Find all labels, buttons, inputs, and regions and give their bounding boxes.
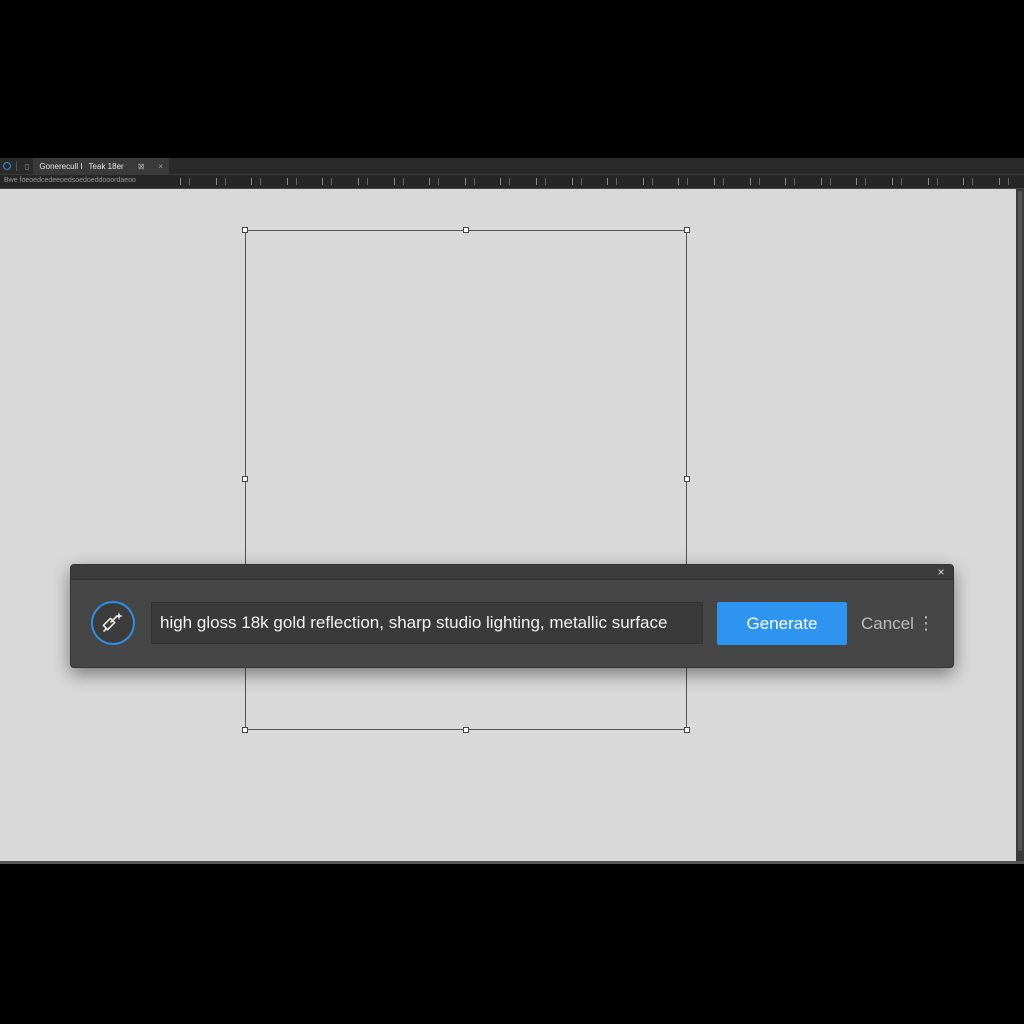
tab-label: Gonerecull I bbox=[39, 161, 83, 171]
ruler-tick bbox=[251, 178, 262, 185]
handle-middle-left[interactable] bbox=[242, 476, 248, 482]
horizontal-ruler: Bwe foeoedcedeeoedsoedoeddooordaeoo bbox=[0, 175, 1024, 189]
ruler-tick bbox=[393, 178, 404, 185]
tab-close-icon[interactable]: × bbox=[158, 162, 163, 171]
ruler-tick bbox=[322, 178, 333, 185]
ruler-tick bbox=[180, 178, 190, 185]
cancel-button[interactable]: Cancel bbox=[855, 602, 914, 645]
ruler-tick bbox=[963, 178, 974, 185]
ruler-tick bbox=[785, 178, 796, 185]
ruler-tick bbox=[286, 178, 297, 185]
dialog-close-icon[interactable]: × bbox=[935, 565, 947, 579]
ruler-tick bbox=[714, 178, 724, 185]
handle-top-right[interactable] bbox=[684, 227, 690, 233]
ruler-tick bbox=[358, 178, 368, 185]
magic-wand-glyph bbox=[102, 612, 123, 632]
app-window: ▯ Gonerecull I Teak 18er ⊠ × Bwe foeoedc… bbox=[0, 158, 1024, 864]
ruler-tick bbox=[607, 178, 618, 185]
ruler-tick bbox=[464, 178, 475, 185]
document-tab-bar: ▯ Gonerecull I Teak 18er ⊠ × bbox=[0, 158, 1024, 175]
ruler-tick bbox=[820, 178, 831, 185]
scrollbar-thumb[interactable] bbox=[1018, 191, 1022, 851]
ruler-tick bbox=[215, 178, 226, 185]
generate-button[interactable]: Generate bbox=[717, 602, 847, 645]
ruler-tick bbox=[678, 178, 689, 185]
tab-divider bbox=[16, 161, 17, 171]
ruler-tick bbox=[749, 178, 760, 185]
ruler-tick bbox=[998, 178, 1009, 185]
ruler-tick bbox=[536, 178, 546, 185]
ruler-tick bbox=[892, 178, 902, 185]
dialog-title-bar[interactable]: × bbox=[71, 565, 953, 580]
prompt-input[interactable] bbox=[151, 602, 703, 644]
vertical-scrollbar[interactable] bbox=[1016, 189, 1024, 861]
canvas-area[interactable] bbox=[0, 189, 1016, 861]
handle-bottom-center[interactable] bbox=[463, 727, 469, 733]
ruler-path-text: Bwe foeoedcedeeoedsoedoeddooordaeoo bbox=[4, 177, 136, 184]
ruler-tick bbox=[642, 178, 653, 185]
handle-top-left[interactable] bbox=[242, 227, 248, 233]
ruler-tick bbox=[429, 178, 440, 185]
ruler-tick bbox=[571, 178, 582, 185]
tab-label-2: Teak 18er bbox=[88, 161, 124, 171]
app-logo-icon bbox=[2, 161, 12, 171]
generative-fill-dialog: × Generate Cancel ⋮ bbox=[70, 564, 954, 668]
handle-top-center[interactable] bbox=[463, 227, 469, 233]
tab-document[interactable]: Gonerecull I Teak 18er ⊠ × bbox=[33, 158, 170, 174]
more-options-icon[interactable]: ⋮ bbox=[917, 607, 935, 639]
ruler-tick bbox=[927, 178, 938, 185]
ruler-ticks bbox=[180, 175, 1024, 188]
handle-bottom-left[interactable] bbox=[242, 727, 248, 733]
handle-bottom-right[interactable] bbox=[684, 727, 690, 733]
document-icon: ▯ bbox=[25, 161, 30, 171]
ruler-tick bbox=[500, 178, 511, 185]
handle-middle-right[interactable] bbox=[684, 476, 690, 482]
tab-extra-icon[interactable]: ⊠ bbox=[138, 162, 145, 171]
ruler-tick bbox=[856, 178, 867, 185]
magic-wand-sparkle-icon[interactable] bbox=[91, 601, 135, 645]
status-bar bbox=[0, 861, 1024, 864]
